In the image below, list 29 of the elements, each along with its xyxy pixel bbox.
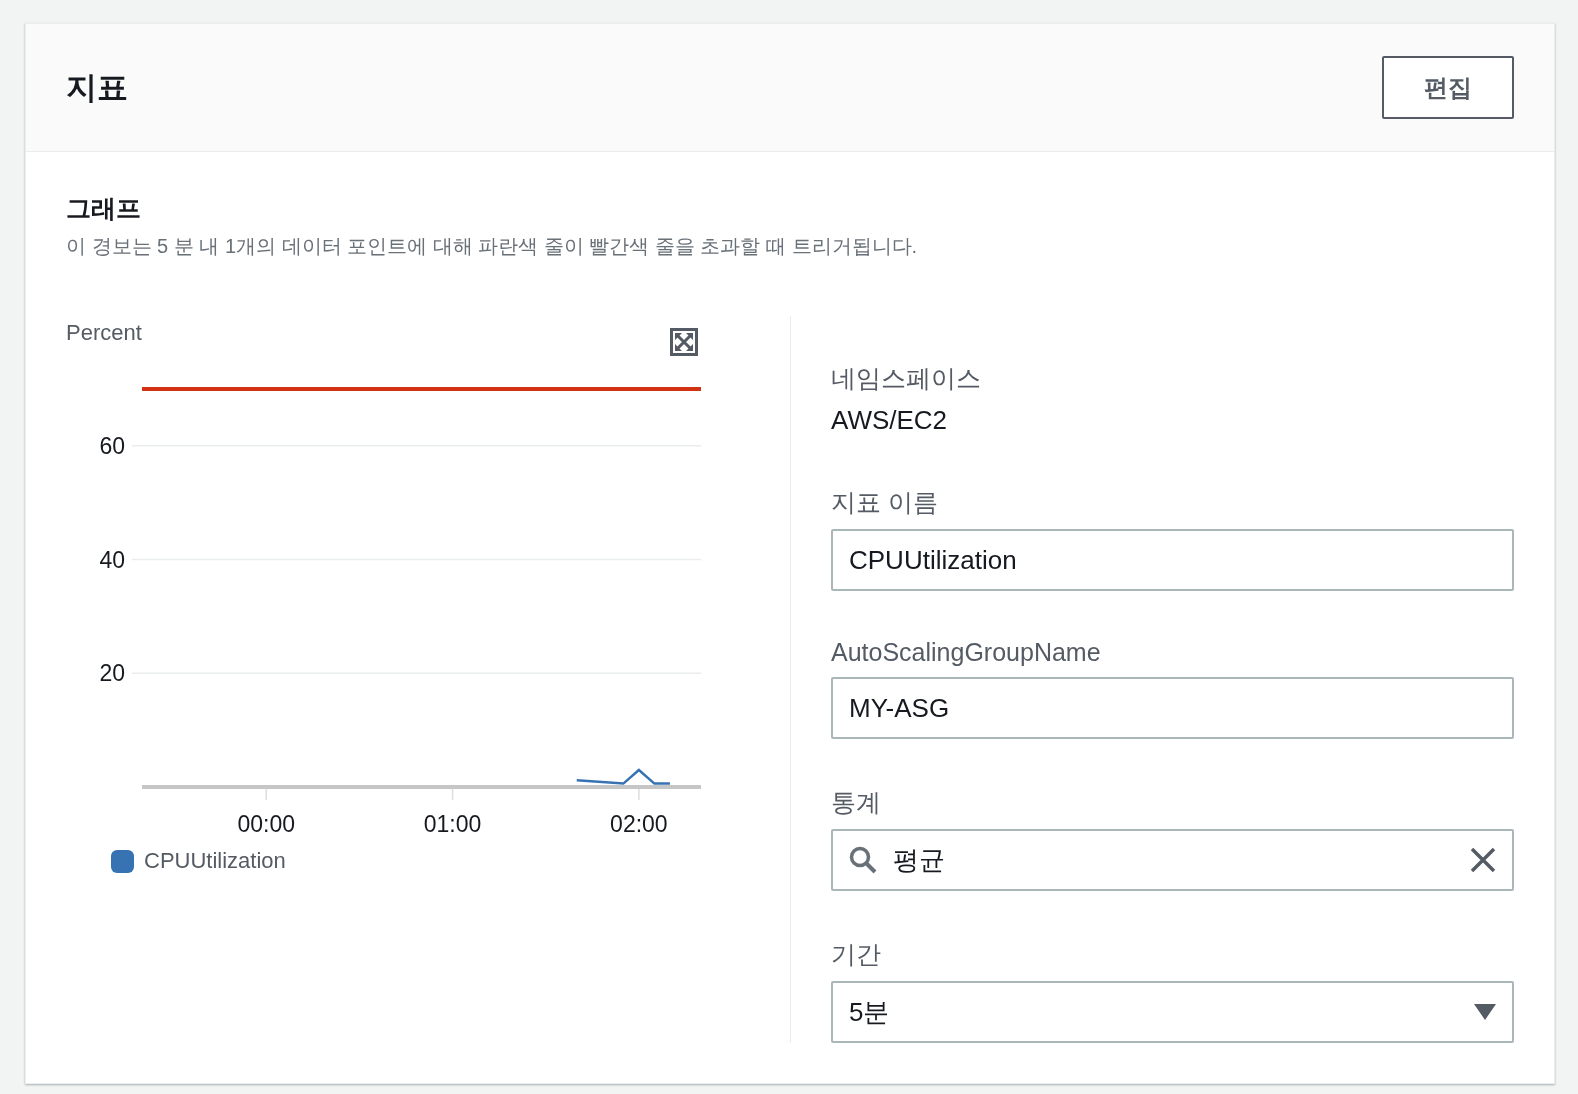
x-tick-label: 02:00	[610, 811, 668, 836]
legend-swatch	[111, 849, 134, 873]
period-dropdown[interactable]: 5분	[831, 981, 1514, 1043]
x-tick	[451, 788, 454, 801]
x-tick	[265, 788, 267, 801]
graph-title: 그래프	[66, 193, 142, 224]
legend-label: CPUUtilization	[144, 848, 286, 874]
x-tick-label: 00:00	[237, 811, 295, 836]
input-field[interactable]: MY-ASG	[831, 677, 1514, 739]
dropdown-caret-icon[interactable]	[1474, 1004, 1496, 1020]
y-tick-label: 60	[99, 432, 125, 459]
input-field[interactable]: CPUUtilization	[831, 529, 1514, 591]
clear-icon[interactable]	[1470, 847, 1496, 873]
field-label: 지표 이름	[831, 487, 939, 518]
field-label: AutoScalingGroupName	[831, 638, 1102, 667]
y-axis-label: Percent	[66, 320, 142, 345]
y-tick-label: 40	[99, 546, 125, 573]
namespace-label: 네임스페이스	[831, 363, 982, 394]
edit-button[interactable]: 편집	[1382, 56, 1514, 119]
expand-icon[interactable]	[670, 328, 698, 356]
x-tick-label: 01:00	[423, 811, 482, 836]
statistic-search-field[interactable]: 평균	[831, 829, 1514, 891]
graph-description: 이 경보는 5 분 내 1개의 데이터 포인트에 대해 파란색 줄이 빨간색 줄을 초과할 때 트리거됩니다.	[66, 234, 919, 259]
namespace-value: AWS/EC2	[831, 405, 949, 436]
field-label: 기간	[831, 939, 882, 970]
search-icon	[849, 846, 877, 874]
panel-title: 지표	[66, 68, 128, 107]
field-label: 통계	[831, 787, 882, 818]
y-tick-label: 20	[99, 660, 125, 687]
